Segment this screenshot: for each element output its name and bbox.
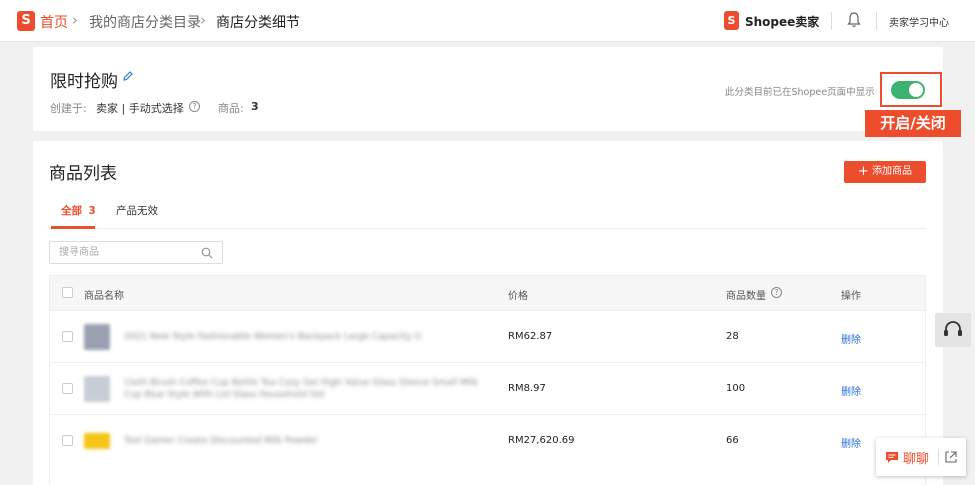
bell-icon[interactable] [847,12,861,28]
product-thumbnail [84,376,110,402]
product-list-title: 商品列表 [49,164,117,184]
expand-icon[interactable] [945,451,957,463]
search-icon[interactable] [201,247,213,259]
visibility-toggle[interactable] [891,81,925,99]
row-checkbox[interactable] [62,435,73,446]
divider [938,449,939,465]
plus-icon: + [857,164,869,179]
table-row: Cloth Brush Coffee Cup Kettle Tea Cozy S… [50,362,925,414]
product-price: RM27,620.69 [508,435,575,446]
product-name[interactable]: Cloth Brush Coffee Cup Kettle Tea Cozy S… [124,377,494,401]
top-bar: S 首页 › 我的商店分类目录 › 商店分类细节 S Shopee卖家 卖家学习… [0,0,975,42]
tab-all-count: 3 [88,205,96,217]
add-product-label: 添加商品 [872,166,913,177]
chevron-right-icon: › [72,11,78,29]
toggle-annotation-label: 开启/关闭 [865,110,961,137]
product-name[interactable]: Tool Gamer Create Discounted Milk Powder [124,435,494,447]
tab-all-label: 全部 [61,205,82,217]
product-quantity: 28 [726,331,739,342]
column-price: 价格 [508,291,528,302]
created-by-label: 创建于: [50,102,87,115]
products-count: 3 [251,100,259,113]
tab-divider [49,228,926,229]
active-tab-indicator [51,226,95,229]
breadcrumb-current: 商店分类细节 [216,15,300,31]
chevron-right-icon: › [200,11,206,29]
row-checkbox[interactable] [62,383,73,394]
toggle-knob [909,83,923,97]
divider [876,12,877,30]
column-action: 操作 [841,291,861,302]
seller-center-label[interactable]: Shopee卖家 [745,13,819,30]
help-icon[interactable]: ? [771,287,782,298]
divider [831,12,832,30]
product-table: 商品名称 价格 商品数量 ? 操作 2021 New Style Fashion… [49,275,926,485]
seller-logo-icon: S [724,11,739,30]
product-quantity: 66 [726,435,739,446]
chat-bubble-icon [886,452,898,463]
learning-center-link[interactable]: 卖家学习中心 [889,14,949,29]
product-thumbnail [84,324,110,350]
products-label: 商品: [218,102,244,115]
breadcrumb-category-list[interactable]: 我的商店分类目录 [89,12,201,32]
chat-widget[interactable]: 聊聊 [876,438,966,476]
product-search [49,241,223,264]
headset-icon [944,321,962,336]
search-input[interactable] [50,242,200,263]
product-name[interactable]: 2021 New Style Fashionable Women's Backp… [124,331,494,343]
add-product-button[interactable]: + 添加商品 [844,161,926,183]
created-by-value: 卖家 | 手动式选择 [96,102,184,115]
delete-link[interactable]: 删除 [841,383,861,398]
delete-link[interactable]: 删除 [841,435,861,450]
select-all-checkbox[interactable] [62,287,73,298]
help-icon[interactable]: ? [189,101,200,112]
product-quantity: 100 [726,383,746,394]
column-product-name: 商品名称 [84,291,124,302]
category-info-card: 限时抢购 创建于: 卖家 | 手动式选择 ? 商品: 3 此分类目前已在Shop… [33,47,943,131]
tab-invalid-products[interactable]: 产品无效 [116,203,158,218]
row-checkbox[interactable] [62,331,73,342]
edit-pencil-icon[interactable] [122,70,134,82]
tab-all[interactable]: 全部 3 [61,203,96,218]
product-list-card: 商品列表 + 添加商品 全部 3 产品无效 商品名称 价格 商品数量 ? 操作 … [33,141,943,485]
table-row: 2021 New Style Fashionable Women's Backp… [50,310,925,362]
customer-support-button[interactable] [935,313,971,347]
category-title: 限时抢购 [50,72,118,92]
toggle-hint: 此分类目前已在Shopee页面中显示 [725,87,875,98]
product-price: RM62.87 [508,331,553,342]
column-quantity: 商品数量 [726,291,766,302]
chat-label: 聊聊 [903,452,930,467]
table-row: Tool Gamer Create Discounted Milk Powder… [50,414,925,466]
table-header: 商品名称 价格 商品数量 ? 操作 [50,276,925,310]
delete-link[interactable]: 删除 [841,331,861,346]
product-thumbnail [84,433,110,449]
shopee-logo-icon[interactable]: S [17,11,35,31]
product-price: RM8.97 [508,383,546,394]
breadcrumb-home[interactable]: 首页 [40,12,68,32]
